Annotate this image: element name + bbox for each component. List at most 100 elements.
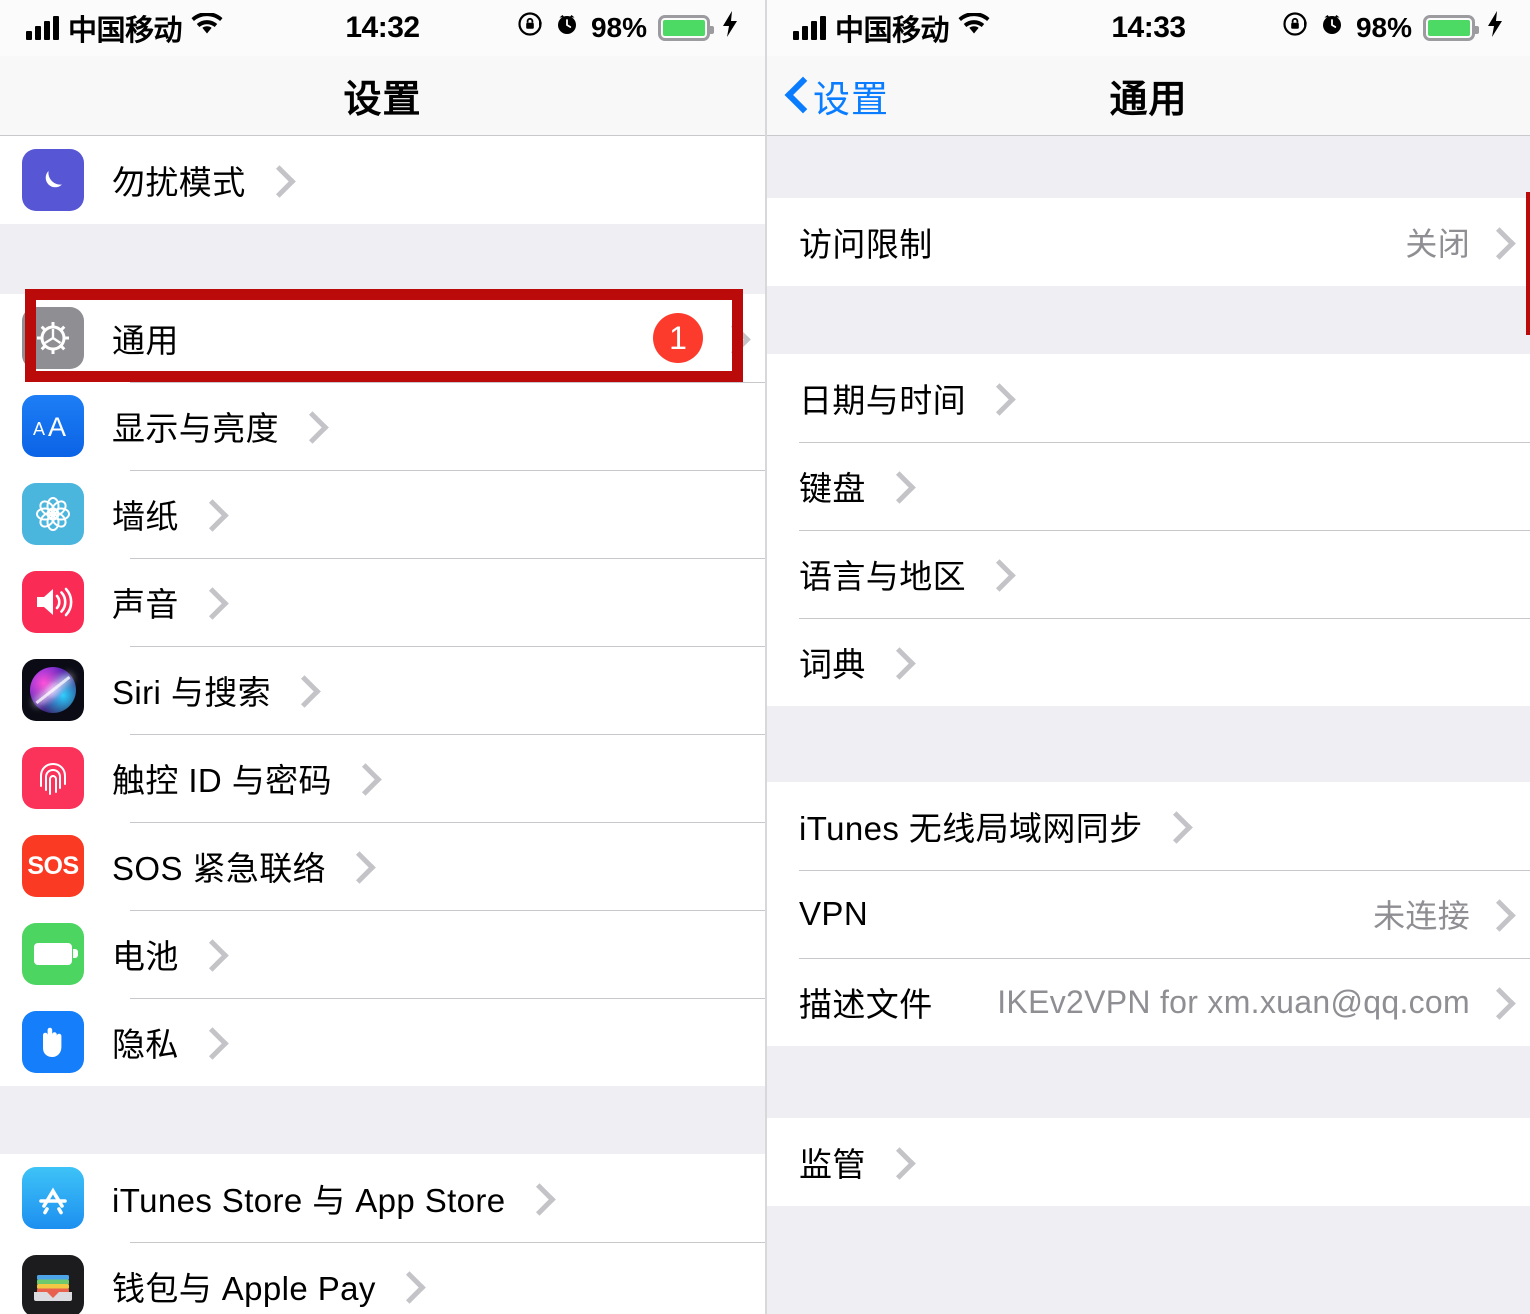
settings-row-do-not-disturb[interactable]: 勿扰模式: [0, 136, 765, 224]
settings-group-1: 勿扰模式: [0, 136, 765, 224]
rotation-lock-icon: [517, 11, 543, 45]
settings-row-itunes-wifi-sync[interactable]: iTunes 无线局域网同步: [767, 782, 1530, 870]
status-bar-right-group: 98%: [517, 10, 739, 46]
speaker-icon: [22, 571, 84, 633]
gear-icon: [22, 307, 84, 369]
section-gap-bottom: [767, 1206, 1530, 1286]
settings-row-label: SOS 紧急联络: [112, 850, 327, 887]
settings-row-emergency-sos[interactable]: SOS SOS 紧急联络: [0, 822, 765, 910]
general-group-network: iTunes 无线局域网同步 VPN 未连接 描述文件 IKEv2VPN for…: [767, 782, 1530, 1046]
svg-text:A: A: [48, 412, 66, 442]
settings-row-supervision[interactable]: 监管: [767, 1118, 1530, 1206]
svg-text:A: A: [33, 419, 45, 439]
settings-row-sounds[interactable]: 声音: [0, 558, 765, 646]
right-nav-bar: 设置 通用: [767, 56, 1530, 136]
chevron-right-icon: [398, 1272, 414, 1300]
chevron-right-icon: [201, 588, 217, 616]
settings-row-label: 钱包与 Apple Pay: [112, 1270, 376, 1307]
chevron-right-icon: [888, 648, 904, 676]
status-bar-right-group: 98%: [1282, 10, 1504, 46]
carrier-label: 中国移动: [835, 15, 950, 47]
battery-percentage-label: 98%: [590, 12, 647, 43]
alarm-clock-icon: [1319, 11, 1345, 45]
chevron-right-icon: [301, 412, 317, 440]
section-gap: [0, 224, 765, 294]
settings-row-label: 墙纸: [112, 498, 179, 535]
settings-row-siri-search[interactable]: Siri 与搜索: [0, 646, 765, 734]
settings-row-label: Siri 与搜索: [112, 674, 272, 711]
chevron-right-icon: [988, 560, 1004, 588]
status-bar-left-group: 中国移动: [793, 7, 990, 49]
settings-row-label: 访问限制: [799, 226, 933, 263]
left-nav-bar: 设置: [0, 56, 765, 136]
settings-row-display-brightness[interactable]: AA 显示与亮度: [0, 382, 765, 470]
settings-row-label: iTunes 无线局域网同步: [799, 810, 1143, 847]
chevron-right-icon: [201, 940, 217, 968]
wifi-icon: [191, 11, 223, 45]
section-gap: [767, 706, 1530, 782]
wallet-icon: [22, 1255, 84, 1314]
left-phone-screen: 中国移动 14:32 98% 设置 勿扰模式 通用 1 A A 显示与亮度 墙纸…: [0, 0, 765, 1314]
chevron-right-icon: [1488, 900, 1504, 928]
back-button-label: 设置: [813, 78, 889, 120]
settings-row-label: 描述文件: [799, 986, 933, 1023]
settings-row-itunes-app-store[interactable]: iTunes Store 与 App Store: [0, 1154, 765, 1242]
chevron-right-icon: [268, 166, 284, 194]
settings-row-dictionary[interactable]: 词典: [767, 618, 1530, 706]
settings-row-general[interactable]: 通用 1: [0, 294, 765, 382]
settings-row-label: 键盘: [799, 470, 866, 507]
settings-row-date-time[interactable]: 日期与时间: [767, 354, 1530, 442]
settings-row-profile[interactable]: 描述文件 IKEv2VPN for xm.xuan@qq.com: [767, 958, 1530, 1046]
settings-row-battery[interactable]: 电池: [0, 910, 765, 998]
settings-row-label: iTunes Store 与 App Store: [112, 1182, 506, 1219]
flower-icon: [22, 483, 84, 545]
text-size-icon: AA: [22, 395, 84, 457]
settings-row-label: VPN: [799, 895, 869, 932]
settings-row-wallpaper[interactable]: 墙纸: [0, 470, 765, 558]
settings-row-value: 关闭: [1405, 226, 1470, 262]
settings-row-label: 触控 ID 与密码: [112, 762, 332, 799]
right-phone-screen: 中国移动 14:33 98% 设置 通用 访问限制 关闭 日期与时间 键盘 语言…: [765, 0, 1530, 1314]
settings-row-label: 词典: [799, 646, 866, 683]
lightning-bolt-icon: [721, 10, 739, 46]
page-title: 设置: [343, 79, 422, 121]
section-gap: [767, 1046, 1530, 1118]
battery-icon: [658, 15, 714, 41]
settings-row-label: 语言与地区: [799, 558, 966, 595]
settings-row-wallet-apple-pay[interactable]: 钱包与 Apple Pay: [0, 1242, 765, 1314]
chevron-right-icon: [1165, 812, 1181, 840]
section-gap: [0, 1086, 765, 1154]
back-button[interactable]: 设置: [787, 69, 889, 123]
status-bar-left-group: 中国移动: [26, 7, 223, 49]
chevron-right-icon: [723, 324, 739, 352]
lightning-bolt-icon: [1486, 10, 1504, 46]
cellular-signal-icon: [793, 16, 826, 40]
settings-row-label: 勿扰模式: [112, 164, 246, 201]
settings-row-label: 日期与时间: [799, 382, 966, 419]
right-settings-list[interactable]: 访问限制 关闭 日期与时间 键盘 语言与地区 词典 iTunes 无线局域网同步…: [767, 136, 1530, 1314]
battery-icon: [1423, 15, 1479, 41]
settings-row-privacy[interactable]: 隐私: [0, 998, 765, 1086]
settings-row-keyboard[interactable]: 键盘: [767, 442, 1530, 530]
fingerprint-icon: [22, 747, 84, 809]
cellular-signal-icon: [26, 16, 59, 40]
chevron-right-icon: [354, 764, 370, 792]
wifi-icon: [958, 11, 990, 45]
rotation-lock-icon: [1282, 11, 1308, 45]
chevron-right-icon: [201, 500, 217, 528]
settings-row-vpn[interactable]: VPN 未连接: [767, 870, 1530, 958]
moon-icon: [22, 149, 84, 211]
settings-row-language-region[interactable]: 语言与地区: [767, 530, 1530, 618]
settings-row-touch-id-passcode[interactable]: 触控 ID 与密码: [0, 734, 765, 822]
general-group-restrictions: 访问限制 关闭: [767, 198, 1530, 286]
chevron-right-icon: [293, 676, 309, 704]
battery-percentage-label: 98%: [1355, 12, 1412, 43]
left-settings-list[interactable]: 勿扰模式 通用 1 AA 显示与亮度 墙纸 声音 Siri 与搜索 触控 ID …: [0, 136, 765, 1314]
settings-row-label: 电池: [112, 938, 179, 975]
chevron-right-icon: [1488, 988, 1504, 1016]
app-store-icon: [22, 1167, 84, 1229]
battery-icon: [22, 923, 84, 985]
section-gap-top: [767, 136, 1530, 198]
settings-row-label: 隐私: [112, 1026, 179, 1063]
settings-row-restrictions[interactable]: 访问限制 关闭: [767, 198, 1530, 286]
